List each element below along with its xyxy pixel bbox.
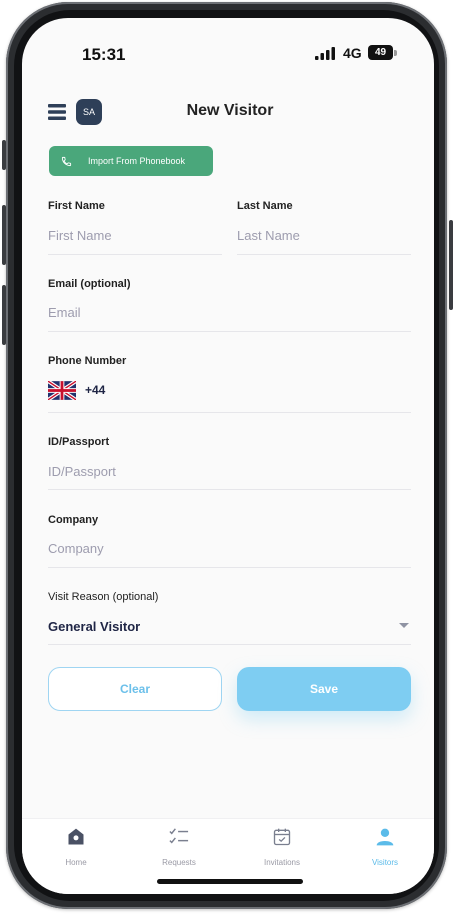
page-title: New Visitor bbox=[186, 102, 274, 119]
phone-icon bbox=[61, 156, 72, 166]
battery-icon: 49 bbox=[368, 45, 393, 60]
battery-tip bbox=[394, 50, 397, 56]
person-icon bbox=[376, 828, 394, 846]
side-button bbox=[2, 285, 6, 345]
divider bbox=[237, 254, 411, 255]
side-button bbox=[2, 140, 6, 170]
divider bbox=[48, 331, 411, 332]
email-input[interactable]: Email bbox=[48, 305, 81, 320]
divider bbox=[48, 254, 222, 255]
last-name-label: Last Name bbox=[237, 200, 293, 212]
divider bbox=[48, 644, 411, 645]
screen: 15:31 4G 49 SA New Visitor Import From P… bbox=[22, 18, 434, 894]
side-button bbox=[2, 205, 6, 265]
signal-icon bbox=[315, 47, 335, 60]
last-name-input[interactable]: Last Name bbox=[237, 228, 300, 243]
tab-label: Invitations bbox=[263, 858, 301, 867]
home-icon bbox=[68, 828, 84, 845]
divider bbox=[48, 489, 411, 490]
network-label: 4G bbox=[343, 45, 362, 61]
first-name-input[interactable]: First Name bbox=[48, 228, 112, 243]
country-code[interactable]: +44 bbox=[85, 383, 105, 397]
tab-visitors[interactable]: Visitors bbox=[345, 827, 425, 867]
checklist-icon bbox=[169, 828, 189, 844]
visit-reason-label: Visit Reason (optional) bbox=[48, 591, 159, 603]
tab-label: Home bbox=[65, 858, 87, 867]
calendar-check-icon bbox=[273, 828, 291, 846]
uk-flag-icon[interactable] bbox=[48, 381, 76, 400]
chevron-down-icon[interactable] bbox=[399, 623, 409, 628]
company-label: Company bbox=[48, 514, 99, 526]
id-passport-label: ID/Passport bbox=[48, 436, 110, 448]
save-button[interactable]: Save bbox=[237, 667, 411, 711]
tab-label: Visitors bbox=[371, 858, 399, 867]
company-input[interactable]: Company bbox=[48, 541, 104, 556]
side-button bbox=[449, 220, 453, 310]
email-label: Email (optional) bbox=[48, 278, 131, 290]
status-bar: 15:31 4G 49 bbox=[22, 18, 434, 78]
divider bbox=[48, 412, 411, 413]
visit-reason-select[interactable]: General Visitor bbox=[48, 619, 140, 634]
tab-home[interactable]: Home bbox=[36, 827, 116, 867]
phone-label: Phone Number bbox=[48, 355, 127, 367]
status-time: 15:31 bbox=[82, 45, 126, 64]
divider bbox=[48, 567, 411, 568]
home-indicator bbox=[157, 879, 303, 884]
id-passport-input[interactable]: ID/Passport bbox=[48, 464, 116, 479]
first-name-label: First Name bbox=[48, 200, 105, 212]
tab-invitations[interactable]: Invitations bbox=[242, 827, 322, 867]
tab-requests[interactable]: Requests bbox=[139, 827, 219, 867]
tab-label: Requests bbox=[162, 858, 196, 867]
clear-button[interactable]: Clear bbox=[48, 667, 222, 711]
import-from-phonebook-button[interactable]: Import From Phonebook bbox=[49, 146, 213, 176]
import-button-label: Import From Phonebook bbox=[88, 156, 186, 166]
